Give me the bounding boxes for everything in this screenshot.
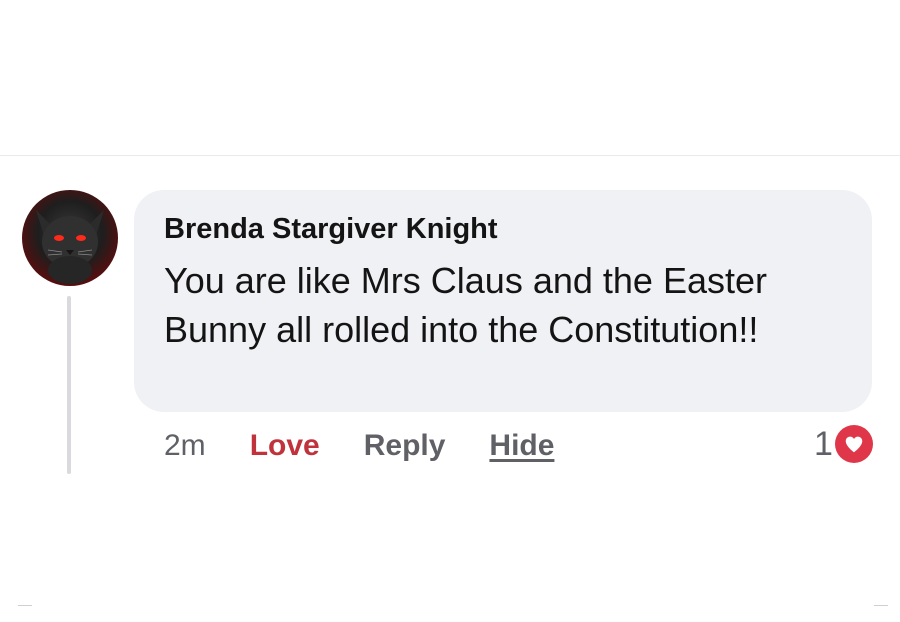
comment-text: You are like Mrs Claus and the Easter Bu… — [164, 260, 767, 350]
thread-line — [67, 296, 71, 474]
cat-avatar-icon — [36, 210, 104, 284]
reaction-count: 1 — [814, 424, 833, 463]
corner-mark-left — [18, 605, 32, 606]
love-button[interactable]: Love — [250, 429, 320, 463]
hide-button[interactable]: Hide — [489, 429, 554, 463]
reply-button[interactable]: Reply — [364, 429, 446, 463]
reaction-summary[interactable]: 1 — [814, 424, 873, 464]
top-divider — [0, 155, 900, 156]
heart-icon — [834, 425, 873, 463]
comment-bubble: Brenda Stargiver Knight You are like Mrs… — [134, 190, 872, 412]
comment-actions: 2m Love Reply Hide — [164, 426, 554, 466]
corner-mark-right — [874, 605, 888, 606]
avatar[interactable] — [22, 190, 118, 286]
comment-timestamp[interactable]: 2m — [164, 429, 206, 463]
comment-author[interactable]: Brenda Stargiver Knight — [164, 212, 842, 246]
